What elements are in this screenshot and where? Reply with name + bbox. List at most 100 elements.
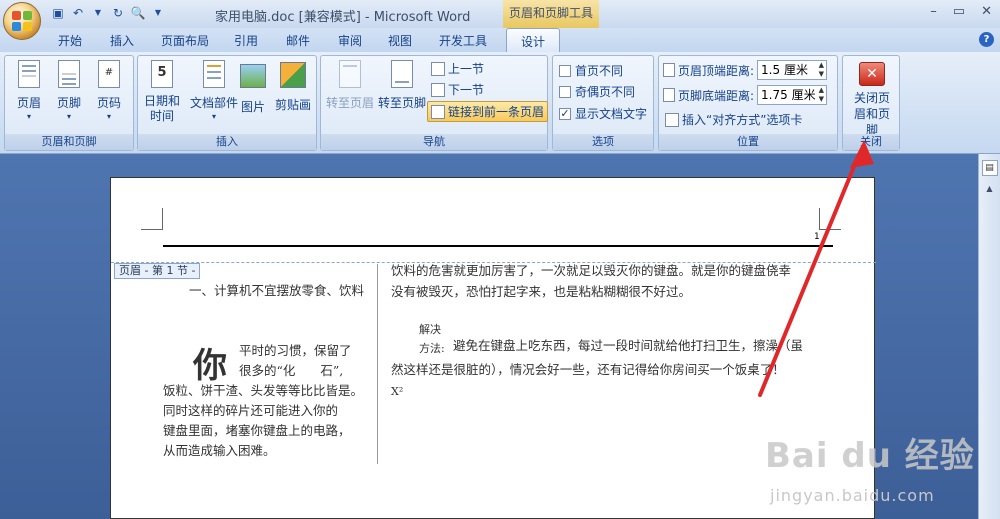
next-section-icon [431, 82, 445, 97]
quick-parts-icon [203, 60, 225, 88]
window-title: 家用电脑.doc [兼容模式] - Microsoft Word [215, 10, 471, 25]
footnote-mark: X² [391, 385, 404, 398]
office-button[interactable] [3, 2, 41, 40]
solution-line: 避免在键盘上吃东西，每过一段时间就给他打扫卫生，擦澡（虽 [453, 338, 804, 353]
header-section-tag: 页眉 - 第 1 节 - [114, 263, 201, 279]
dropdown-arrow-icon: ▾ [106, 112, 111, 121]
restore-button[interactable]: ▭ [953, 4, 965, 19]
dropdown-arrow-icon: ▾ [66, 112, 71, 121]
minimize-button[interactable]: – [930, 4, 937, 19]
header-button[interactable]: 页眉 ▾ [11, 60, 47, 121]
vertical-scrollbar[interactable]: ▤ ▲ [978, 154, 1000, 519]
previous-section-label: 上一节 [448, 62, 485, 76]
footer-position-icon [663, 88, 675, 102]
checkbox-box [559, 64, 571, 77]
tab-references[interactable]: 引用 [234, 32, 258, 49]
ruler-toggle-icon[interactable]: ▤ [981, 160, 998, 176]
left-col-line: 从而造成输入困难。 [163, 443, 276, 458]
dropdown-arrow-icon: ▾ [211, 112, 216, 121]
checkbox-label: 奇偶页不同 [575, 85, 636, 99]
group-label: 页眉和页脚 [5, 134, 133, 150]
footer-page-icon [58, 60, 80, 88]
picture-button[interactable]: 图片 [236, 60, 270, 115]
link-icon [431, 104, 445, 119]
right-col-line: 没有被毁灭，恐怕打起字来，也是粘粘糊糊很不好过。 [391, 284, 692, 299]
close-window-button[interactable]: ✕ [981, 4, 992, 19]
tab-developer[interactable]: 开发工具 [439, 32, 487, 49]
document-page[interactable]: 1 页眉 - 第 1 节 - 一、计算机不宜摆放零食、饮料 你 平时的习惯，保留… [110, 177, 876, 519]
tab-review[interactable]: 审阅 [338, 32, 362, 49]
undo-icon[interactable]: ↶ [70, 5, 86, 21]
scroll-up-icon[interactable]: ▲ [982, 184, 998, 198]
tab-home[interactable]: 开始 [58, 32, 82, 49]
group-label: 插入 [138, 134, 316, 150]
insert-alignment-tab-button[interactable]: 插入“对齐方式”选项卡 [665, 111, 802, 128]
goto-footer-button[interactable]: 转至页脚 [377, 60, 427, 111]
page-number-icon: # [98, 60, 120, 88]
quick-parts-button[interactable]: 文档部件 ▾ [190, 60, 238, 121]
tab-insert[interactable]: 插入 [110, 32, 134, 49]
ribbon-tabs: 开始 插入 页面布局 引用 邮件 审阅 视图 开发工具 设计 ? [0, 28, 1000, 53]
left-col-line: 很多的“化 石”, [239, 363, 344, 378]
calendar-icon: 5 [151, 60, 173, 88]
quick-access-toolbar: ▣ ↶ ▼ ↻ 🔍 ▼ [50, 5, 166, 21]
header-rule [163, 245, 833, 247]
header-top-value: 1.5 厘米 [761, 63, 808, 77]
group-header-footer: 页眉 ▾ 页脚 ▾ # 页码 ▾ 页眉和页脚 [4, 55, 134, 151]
header-top-label: 页眉顶端距离: [678, 63, 755, 78]
left-col-line: 平时的习惯，保留了 [239, 343, 352, 358]
different-odd-even-checkbox[interactable]: 奇偶页不同 [559, 83, 635, 100]
group-label: 导航 [321, 134, 547, 150]
customize-qat-icon[interactable]: ▼ [150, 5, 166, 21]
goto-header-button[interactable]: 转至页眉 [325, 60, 375, 111]
column-separator [377, 264, 378, 464]
dropdown-arrow-icon[interactable]: ▼ [90, 5, 106, 21]
footer-button-label: 页脚 [56, 96, 81, 110]
close-header-footer-button[interactable]: ✕ 关闭页眉和页脚 [849, 60, 895, 138]
crop-mark [819, 208, 841, 230]
close-icon: ✕ [859, 62, 885, 86]
baidu-watermark: Bai du 经验 [765, 436, 975, 476]
group-insert: 5 日期和时间 文档部件 ▾ 图片 剪贴画 插入 [137, 55, 317, 151]
crop-mark [141, 208, 163, 230]
close-header-footer-label: 关闭页眉和页脚 [853, 91, 890, 137]
footer-bottom-input[interactable]: 1.75 厘米 ▲ ▼ [757, 85, 828, 105]
save-icon[interactable]: ▣ [50, 5, 66, 21]
spinner-icon[interactable]: ▲ ▼ [819, 61, 824, 79]
header-top-distance: 页眉顶端距离: 1.5 厘米 ▲ ▼ [663, 60, 828, 80]
previous-section-button[interactable]: 上一节 [431, 60, 484, 77]
help-icon[interactable]: ? [979, 32, 994, 47]
page-number-button[interactable]: # 页码 ▾ [91, 60, 127, 121]
spinner-icon[interactable]: ▲ ▼ [819, 86, 824, 104]
goto-header-label: 转至页眉 [325, 96, 374, 110]
tab-mailings[interactable]: 邮件 [286, 32, 310, 49]
left-col-line: 键盘里面，堵塞你键盘上的电路， [163, 423, 351, 438]
baidu-watermark-url: jingyan.baidu.com [770, 486, 935, 505]
tab-page-layout[interactable]: 页面布局 [161, 32, 209, 49]
dropdown-arrow-icon: ▾ [26, 112, 31, 121]
different-first-page-checkbox[interactable]: 首页不同 [559, 62, 623, 79]
group-close: ✕ 关闭页眉和页脚 关闭 [842, 55, 900, 151]
redo-icon[interactable]: ↻ [110, 5, 126, 21]
goto-footer-icon [391, 60, 413, 88]
print-preview-icon[interactable]: 🔍 [130, 5, 146, 21]
group-label: 位置 [659, 134, 837, 150]
date-time-button[interactable]: 5 日期和时间 [142, 60, 182, 124]
solution-label: 解决 [419, 323, 441, 336]
footer-bottom-distance: 页脚底端距离: 1.75 厘米 ▲ ▼ [663, 85, 828, 105]
solution-line: 然这样还是很脏的），情况会好一些，还有记得给你房间买一个饭桌了！ [391, 362, 785, 377]
next-section-button[interactable]: 下一节 [431, 81, 484, 98]
tab-view[interactable]: 视图 [388, 32, 412, 49]
tab-design[interactable]: 设计 [506, 28, 561, 53]
office-logo-icon [11, 10, 33, 32]
picture-icon [240, 64, 266, 88]
clip-art-button[interactable]: 剪贴画 [274, 60, 312, 113]
header-button-label: 页眉 [16, 96, 41, 110]
checkbox-label: 显示文档文字 [575, 107, 648, 121]
next-section-label: 下一节 [448, 83, 485, 97]
header-position-icon [663, 63, 675, 77]
show-document-text-checkbox[interactable]: ✓ 显示文档文字 [559, 105, 647, 122]
link-to-previous-button[interactable]: 链接到前一条页眉 [427, 101, 549, 122]
footer-button[interactable]: 页脚 ▾ [51, 60, 87, 121]
header-top-input[interactable]: 1.5 厘米 ▲ ▼ [757, 60, 828, 80]
